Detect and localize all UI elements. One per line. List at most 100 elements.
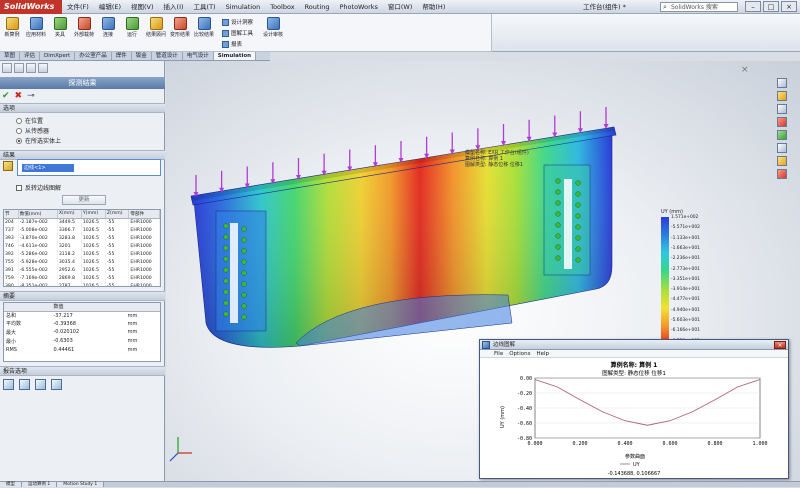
home-icon[interactable] (777, 78, 787, 88)
forum-icon[interactable] (777, 156, 787, 166)
external-loads-button[interactable]: 外部载荷 (74, 17, 94, 38)
col-y[interactable]: Y(mm) (81, 210, 106, 219)
summary-cell: mm (127, 329, 138, 336)
export-chart-icon[interactable] (51, 379, 62, 390)
table-row[interactable]: 390 -8.351e-002 2787 1026.5 -55 EHR1000 (4, 282, 160, 286)
menu-help[interactable]: 帮助(H) (417, 0, 450, 14)
table-row[interactable]: 391 -6.555e-002 2952.6 1026.5 -55 EHR1000 (4, 266, 160, 274)
menu-insert[interactable]: 插入(I) (159, 0, 189, 14)
menu-tools[interactable]: 工具(T) (189, 0, 221, 14)
tab-sketch[interactable]: 草图 (0, 52, 21, 60)
table-row[interactable]: 204 -2.187e-002 3449.5 1026.5 -55 EHR1000 (4, 218, 160, 226)
tab-evaluate[interactable]: 评估 (20, 52, 41, 60)
table-row[interactable]: 746 -4.611e-002 3201 1026.5 -55 EHR1000 (4, 242, 160, 250)
cancel-icon[interactable]: ✖ (15, 91, 23, 101)
graph-close-icon[interactable]: × (774, 341, 786, 349)
design-check-button[interactable]: 设计审核 (260, 17, 286, 38)
x-tick-label: 0.800 (707, 441, 722, 447)
graph-window-titlebar[interactable]: 边线图解 × (480, 340, 788, 350)
summary-section-header[interactable]: 摘要 (0, 291, 165, 301)
menu-simulation[interactable]: Simulation (221, 0, 266, 14)
save-data-icon[interactable] (3, 379, 14, 390)
connections-button[interactable]: 连接 (98, 17, 118, 38)
tab-electrical[interactable]: 电气设计 (183, 52, 214, 60)
library-icon[interactable] (777, 91, 787, 101)
table-row[interactable]: 737 -5.008e-002 3366.7 1026.5 -55 EHR1000 (4, 226, 160, 234)
option-from-sensor[interactable]: 从传感器 (16, 126, 49, 135)
options-section-header[interactable]: 选项 (0, 103, 165, 113)
tab-weldments[interactable]: 焊件 (112, 52, 132, 60)
search-input[interactable]: ⌕ SolidWorks 搜索 (660, 2, 738, 12)
menu-file[interactable]: 文件(F) (62, 0, 94, 14)
menu-toolbox[interactable]: Toolbox (265, 0, 299, 14)
probe-results-table[interactable]: 节 数值(mm) X(mm) Y(mm) Z(mm) 零部件 204 -2.187… (3, 209, 161, 287)
graph-menu-options[interactable]: Options (509, 350, 530, 357)
design-insight-button[interactable]: 设计洞察 (222, 18, 253, 26)
tab-sheetmetal[interactable]: 钣金 (132, 52, 152, 60)
pushpin-icon[interactable]: ⊸ (27, 91, 35, 101)
table-row[interactable]: 392 -5.286e-002 3118.2 1026.5 -55 EHR1000 (4, 250, 160, 258)
dimxpert-tab-icon[interactable] (38, 63, 48, 73)
custom-properties-icon[interactable] (777, 143, 787, 153)
graph-menu-file[interactable]: File (494, 350, 503, 357)
plot-chart-icon[interactable] (35, 379, 46, 390)
tab-simulation[interactable]: Simulation (213, 52, 257, 60)
status-tab-motion[interactable]: 运动算例 1 (22, 482, 58, 487)
run-button[interactable]: 运行 (122, 17, 142, 38)
table-row[interactable]: 755 -5.928e-002 3035.4 1026.5 -55 EHR1000 (4, 258, 160, 266)
menu-routing[interactable]: Routing (300, 0, 335, 14)
new-study-button[interactable]: 新算例 (2, 17, 22, 38)
close-icon[interactable]: × (781, 1, 797, 12)
config-tab-icon[interactable] (26, 63, 36, 73)
table-row[interactable]: 759 -7.169e-002 2869.8 1026.5 -55 EHR1000 (4, 274, 160, 282)
tab-office[interactable]: 办公室产品 (75, 52, 112, 60)
selection-box[interactable]: 边线<1> (17, 159, 161, 176)
view-palette-icon[interactable] (777, 117, 787, 127)
apply-material-button[interactable]: 应用材料 (26, 17, 46, 38)
maximize-icon[interactable]: □ (763, 1, 779, 12)
save-image-icon[interactable] (19, 379, 30, 390)
graph-menu-help[interactable]: Help (536, 350, 549, 357)
col-component[interactable]: 零部件 (128, 210, 160, 219)
radio-on-entities[interactable] (16, 137, 22, 144)
radio-from-sensor[interactable] (16, 127, 22, 134)
fixtures-button[interactable]: 夹具 (50, 17, 70, 38)
menu-photoworks[interactable]: PhotoWorks (335, 0, 383, 14)
status-tab-model[interactable]: 模型 (0, 482, 22, 487)
explorer-icon[interactable] (777, 104, 787, 114)
menu-edit[interactable]: 编辑(E) (94, 0, 126, 14)
probe-graph-window[interactable]: 边线图解 × File Options Help 算例名称: 算例 1 图解类型… (479, 339, 789, 479)
ok-icon[interactable]: ✔ (2, 91, 10, 101)
feature-tree-tab-icon[interactable] (2, 63, 12, 73)
results-advisor-button[interactable]: 结果顾问 (146, 17, 166, 38)
plot-tools-button[interactable]: 图解工具 (222, 29, 253, 37)
appearance-icon[interactable] (777, 130, 787, 140)
col-z[interactable]: Z(mm) (105, 210, 130, 219)
col-value[interactable]: 数值(mm) (18, 210, 58, 219)
option-on-entities[interactable]: 在所选实体上 (16, 136, 61, 145)
col-node[interactable]: 节 (4, 210, 19, 219)
option-at-location[interactable]: 在位置 (16, 116, 43, 125)
menu-view[interactable]: 视图(V) (126, 0, 159, 14)
compare-results-button[interactable]: 比较结果 (194, 17, 214, 38)
flip-edge-checkbox[interactable]: 反转边线图解 (16, 183, 61, 192)
col-x[interactable]: X(mm) (57, 210, 82, 219)
minimize-icon[interactable]: – (745, 1, 761, 12)
report-button[interactable]: 报表 (222, 40, 242, 48)
series-line-uy[interactable] (534, 379, 761, 426)
tab-piping[interactable]: 管道设计 (152, 52, 183, 60)
tab-dimxpert[interactable]: DimXpert (40, 52, 76, 60)
update-button[interactable]: 更新 (62, 195, 106, 205)
deformed-result-button[interactable]: 变形结果 (170, 17, 190, 38)
vp-close-icon[interactable]: × (741, 65, 749, 75)
selected-edge[interactable]: 边线<1> (22, 164, 74, 172)
status-tab-motion2[interactable]: Motion Study 1 (57, 482, 105, 487)
edge-plot[interactable]: 算例名称: 算例 1 图解类型: 静态位移 位移1 0.000 0.200 0.40… (480, 358, 788, 478)
simulation-advisor-icon[interactable] (777, 169, 787, 179)
flip-checkbox[interactable] (16, 184, 22, 191)
table-row[interactable]: 393 -3.870e-002 3283.8 1026.5 -55 EHR1000 (4, 234, 160, 242)
radio-at-location[interactable] (16, 117, 22, 124)
property-tab-icon[interactable] (14, 63, 24, 73)
menu-window[interactable]: 窗口(W) (383, 0, 418, 14)
report-section-header[interactable]: 报告选项 (0, 366, 165, 376)
